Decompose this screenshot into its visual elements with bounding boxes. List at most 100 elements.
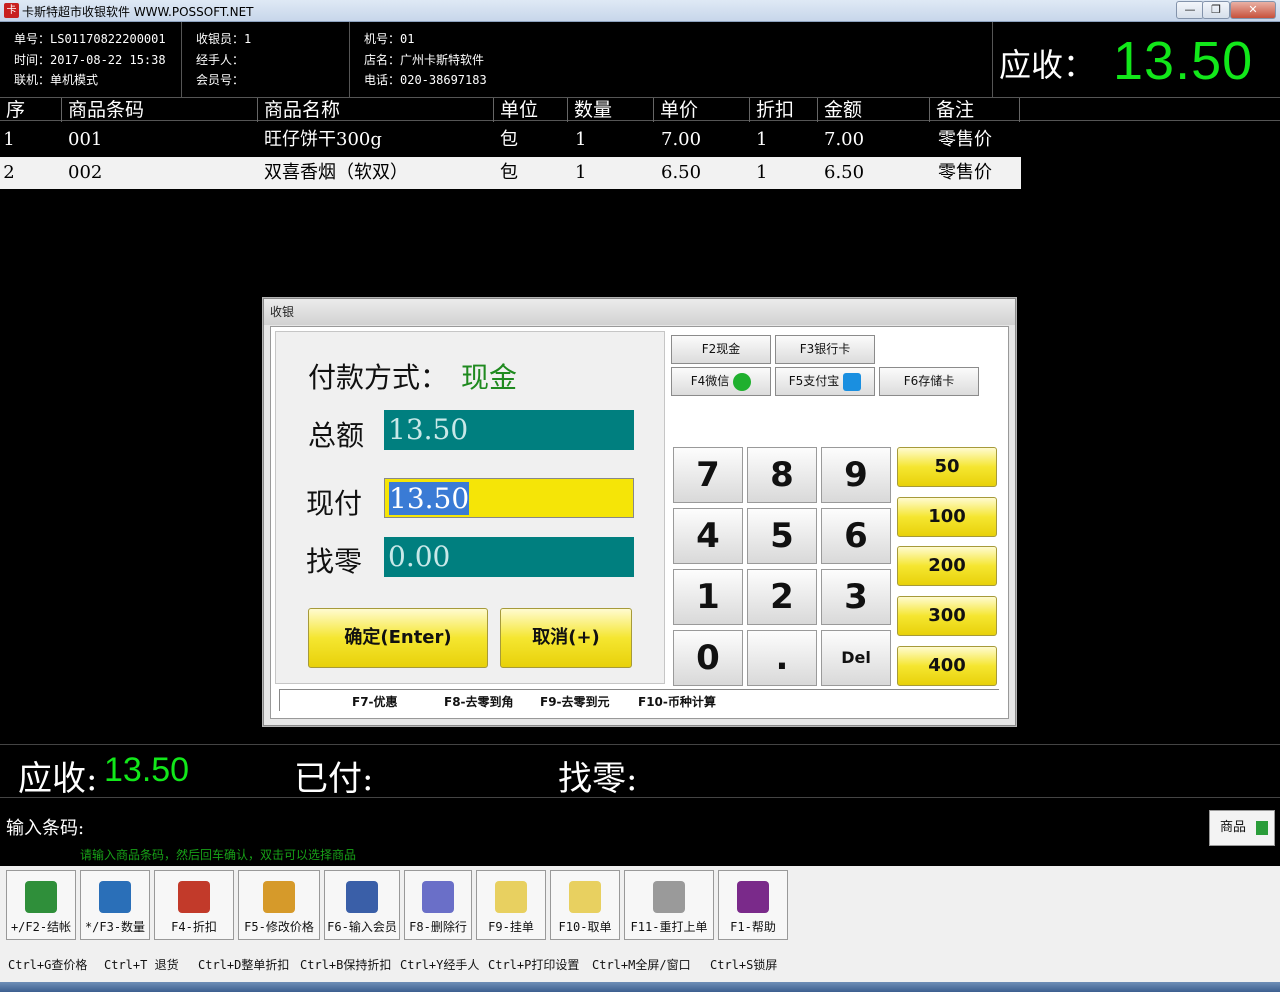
hold-note-icon	[495, 881, 527, 913]
table-row[interactable]: 1 001 旺仔饼干300g 包 1 7.00 1 7.00 零售价	[3, 124, 1021, 156]
maximize-button[interactable]: ❐	[1202, 1, 1230, 19]
minimize-button[interactable]: —	[1176, 1, 1204, 19]
alipay-pay-label: F5支付宝	[788, 374, 840, 388]
shortcut-print-settings: Ctrl+P打印设置	[488, 958, 580, 972]
cash-pay-button[interactable]: F2现金	[671, 335, 771, 364]
cell-unit: 包	[500, 129, 518, 150]
store-phone: 电话：020-38697183	[364, 73, 487, 87]
tool-label: F10-取单	[558, 920, 612, 934]
cell-remark: 零售价	[938, 129, 992, 150]
handler: 经手人：	[196, 53, 245, 67]
tool-label: F9-挂单	[488, 920, 534, 934]
key-dot[interactable]: .	[747, 630, 817, 686]
shortcut-handler: Ctrl+Y经手人	[400, 958, 480, 972]
receivable-value: 13.50	[1113, 31, 1254, 91]
cell-quantity: 1	[575, 162, 587, 183]
shortcut-price-check: Ctrl+G查价格	[8, 958, 88, 972]
col-price: 单价	[654, 98, 750, 122]
table-row[interactable]: 2 002 双喜香烟（软双） 包 1 6.50 1 6.50 零售价	[0, 157, 1021, 189]
row-index: 2	[0, 157, 18, 189]
cell-unit: 包	[500, 162, 518, 183]
tool-label: F8-删除行	[409, 920, 467, 934]
col-remark: 备注	[930, 98, 1020, 122]
amount-300-button[interactable]: 300	[897, 596, 997, 636]
key-5[interactable]: 5	[747, 508, 817, 564]
shortcut-bar: Ctrl+G查价格 Ctrl+T 退货 Ctrl+D整单折扣 Ctrl+B保持折…	[0, 942, 1280, 982]
paid-label: 现付	[306, 487, 363, 520]
calculator-icon	[99, 881, 131, 913]
total-label: 总额	[308, 419, 365, 452]
stored-card-pay-button[interactable]: F6存储卡	[879, 367, 979, 396]
key-0[interactable]: 0	[673, 630, 743, 686]
tool-label: F4-折扣	[171, 920, 217, 934]
hotkey-currency[interactable]: F10-币种计算	[638, 693, 716, 710]
key-7[interactable]: 7	[673, 447, 743, 503]
alipay-icon	[843, 372, 862, 391]
retrieve-order-tool[interactable]: F10-取单	[550, 870, 620, 940]
member-number: 会员号：	[196, 73, 245, 87]
delete-row-tool[interactable]: F8-删除行	[404, 870, 472, 940]
alipay-pay-button[interactable]: F5支付宝	[775, 367, 875, 396]
cell-barcode: 002	[68, 162, 103, 183]
hotkey-round-jiao[interactable]: F8-去零到角	[444, 693, 514, 710]
function-toolbar: +/F2-结帐 */F3-数量 F4-折扣 F5-修改价格 F6-输入会员 F8…	[0, 866, 1280, 942]
edit-price-tool[interactable]: F5-修改价格	[238, 870, 320, 940]
summary-change-label: 找零:	[558, 759, 638, 799]
dialog-hotkey-bar: F7-优惠 F8-去零到角 F9-去零到元 F10-币种计算	[279, 689, 999, 711]
help-tool[interactable]: F1-帮助	[718, 870, 788, 940]
cell-name: 旺仔饼干300g	[264, 129, 382, 150]
hotkey-discount[interactable]: F7-优惠	[352, 693, 398, 710]
key-8[interactable]: 8	[747, 447, 817, 503]
retrieve-note-icon	[569, 881, 601, 913]
hold-order-tool[interactable]: F9-挂单	[476, 870, 546, 940]
discount-tool[interactable]: F4-折扣	[154, 870, 234, 940]
goods-button[interactable]: 商品	[1209, 810, 1275, 846]
amount-100-button[interactable]: 100	[897, 497, 997, 537]
summary-bar: 应收: 13.50 已付: 找零:	[0, 744, 1280, 799]
amount-400-button[interactable]: 400	[897, 646, 997, 686]
order-number: 单号：LS01170822200001	[14, 32, 166, 46]
tool-label: F1-帮助	[730, 920, 776, 934]
trash-icon	[422, 881, 454, 913]
close-button[interactable]: ✕	[1230, 1, 1276, 19]
discount-icon	[178, 881, 210, 913]
key-6[interactable]: 6	[821, 508, 891, 564]
paid-input-value: 13.50	[389, 482, 470, 515]
table-header: 序 商品条码 商品名称 单位 数量 单价 折扣 金额 备注	[0, 97, 1280, 122]
cell-price: 6.50	[661, 162, 702, 183]
col-name: 商品名称	[258, 98, 494, 122]
payment-panel: 付款方式： 现金 总额 13.50 现付 13.50 找零 0.00 确定(En…	[275, 331, 665, 684]
reprint-tool[interactable]: F11-重打上单	[624, 870, 714, 940]
wechat-pay-button[interactable]: F4微信	[671, 367, 771, 396]
shortcut-order-discount: Ctrl+D整单折扣	[198, 958, 290, 972]
amount-50-button[interactable]: 50	[897, 447, 997, 487]
payment-method-value: 现金	[461, 361, 518, 394]
cell-amount: 6.50	[824, 162, 865, 183]
key-1[interactable]: 1	[673, 569, 743, 625]
key-9[interactable]: 9	[821, 447, 891, 503]
member-tool[interactable]: F6-输入会员	[324, 870, 400, 940]
key-4[interactable]: 4	[673, 508, 743, 564]
bank-card-pay-button[interactable]: F3银行卡	[775, 335, 875, 364]
key-3[interactable]: 3	[821, 569, 891, 625]
quantity-tool[interactable]: */F3-数量	[80, 870, 150, 940]
cash-register-icon	[25, 881, 57, 913]
confirm-button[interactable]: 确定(Enter)	[308, 608, 488, 668]
receivable-display: 应收： 13.50	[992, 22, 1280, 97]
hotkey-round-yuan[interactable]: F9-去零到元	[540, 693, 610, 710]
app-logo-icon: 卡	[4, 3, 19, 18]
change-field: 0.00	[384, 537, 634, 577]
amount-200-button[interactable]: 200	[897, 546, 997, 586]
shortcut-keep-discount: Ctrl+B保持折扣	[300, 958, 392, 972]
printer-icon	[653, 881, 685, 913]
title-bar: 卡 卡斯特超市收银软件 WWW.POSSOFT.NET — ❐ ✕	[0, 0, 1280, 22]
col-unit: 单位	[494, 98, 568, 122]
cell-amount: 7.00	[824, 129, 865, 150]
paid-input[interactable]: 13.50	[384, 478, 634, 518]
key-2[interactable]: 2	[747, 569, 817, 625]
shortcut-return: Ctrl+T 退货	[104, 958, 179, 972]
cancel-button[interactable]: 取消(+)	[500, 608, 632, 668]
checkout-tool[interactable]: +/F2-结帐	[6, 870, 76, 940]
key-delete[interactable]: Del	[821, 630, 891, 686]
col-index: 序	[0, 98, 62, 122]
